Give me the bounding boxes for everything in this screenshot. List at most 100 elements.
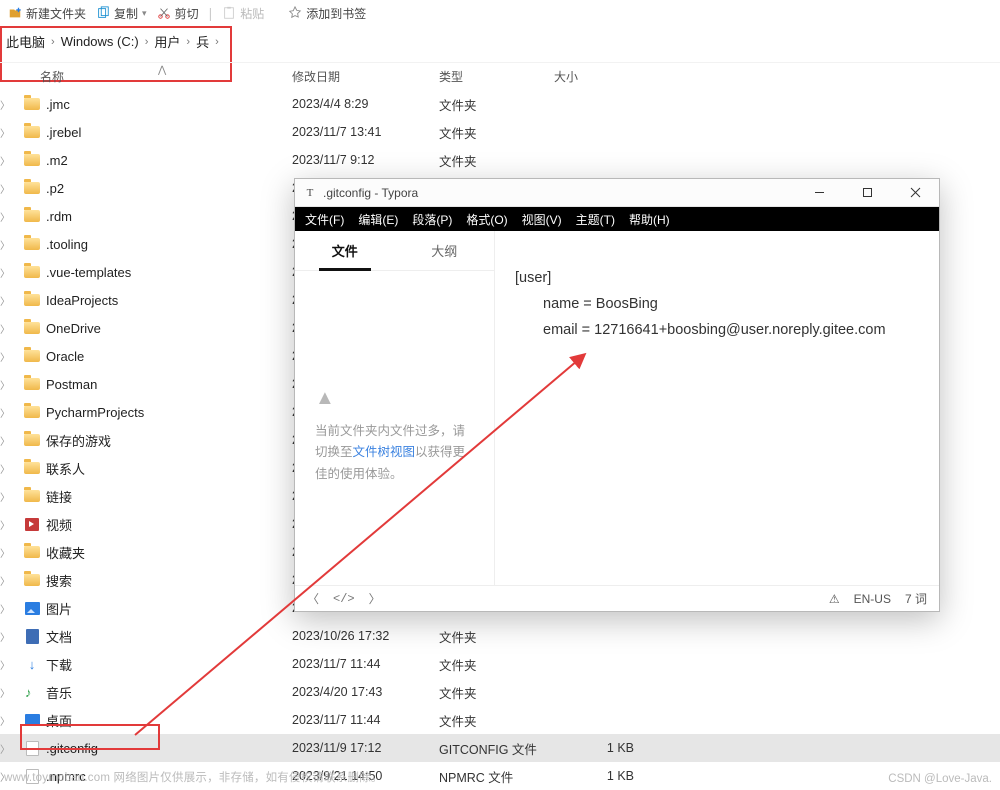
editor-line-3: email = 12716641+boosbing@user.noreply.g… [515,317,919,343]
expand-caret-icon[interactable]: 〉 [0,153,10,168]
chevron-right-icon: › [51,36,55,48]
plus-icon [8,6,22,20]
header-date[interactable]: 修改日期 [292,68,439,85]
expand-caret-icon[interactable]: 〉 [0,545,10,560]
table-row[interactable]: 〉文档2023/10/26 17:32文件夹 [0,622,1000,650]
status-words[interactable]: 7 词 [905,590,927,607]
cut-button[interactable]: 剪切 [157,5,199,22]
crumb-users[interactable]: 用户 [152,32,182,51]
row-type: 文件夹 [439,711,554,730]
table-row[interactable]: 〉♪音乐2023/4/20 17:43文件夹 [0,678,1000,706]
nav-back-icon[interactable]: 〈 [307,590,319,607]
expand-caret-icon[interactable]: 〉 [0,601,10,616]
sort-indicator-icon: ⋀ [158,65,166,76]
table-row[interactable]: 〉.gitconfig2023/11/9 17:12GITCONFIG 文件1 … [0,734,1000,762]
typora-app-icon: T [303,186,317,200]
download-icon: ↓ [25,657,39,671]
folder-icon [24,350,40,362]
maximize-button[interactable] [847,181,887,205]
typora-statusbar: 〈 </> 〉 ⚠ EN-US 7 词 [295,585,939,611]
typora-menubar[interactable]: 文件(F) 编辑(E) 段落(P) 格式(O) 视图(V) 主题(T) 帮助(H… [295,207,939,231]
menu-theme[interactable]: 主题(T) [576,211,615,228]
folder-icon [24,210,40,222]
crumb-this-pc[interactable]: 此电脑 [4,32,47,51]
folder-icon [24,98,40,110]
paste-button[interactable]: 粘贴 [222,5,264,22]
music-icon: ♪ [25,685,39,699]
table-row[interactable]: 〉 .jrebel2023/11/7 13:41文件夹 [0,118,1000,146]
crumb-drive[interactable]: Windows (C:) [59,34,141,49]
expand-caret-icon[interactable]: 〉 [0,97,10,112]
typora-editor[interactable]: [user] name = BoosBing email = 12716641+… [495,231,939,585]
folder-icon [24,406,40,418]
folder-icon [24,126,40,138]
table-row[interactable]: 〉.jmc2023/4/4 8:29文件夹 [0,90,1000,118]
status-lang[interactable]: EN-US [854,592,891,606]
breadcrumb[interactable]: 此电脑› Windows (C:)› 用户› 兵› [2,32,998,51]
expand-caret-icon[interactable]: 〉 [0,125,10,140]
expand-caret-icon[interactable]: 〉 [0,685,10,700]
menu-view[interactable]: 视图(V) [522,211,562,228]
menu-format[interactable]: 格式(O) [466,211,507,228]
new-folder-button[interactable]: 新建文件夹 [8,5,86,22]
expand-caret-icon[interactable]: 〉 [0,181,10,196]
close-button[interactable] [895,181,935,205]
row-name: 收藏夹 [42,543,292,562]
row-type: 文件夹 [439,123,554,142]
row-name: Oracle [42,349,292,364]
expand-caret-icon[interactable]: 〉 [0,321,10,336]
sidebar-tab-file[interactable]: 文件 [295,231,395,270]
typora-titlebar[interactable]: T .gitconfig - Typora [295,179,939,207]
typora-window: T .gitconfig - Typora 文件(F) 编辑(E) 段落(P) … [294,178,940,612]
folder-icon [24,574,40,586]
menu-file[interactable]: 文件(F) [305,211,344,228]
expand-caret-icon[interactable]: 〉 [0,713,10,728]
minimize-button[interactable] [799,181,839,205]
menu-para[interactable]: 段落(P) [412,211,452,228]
expand-caret-icon[interactable]: 〉 [0,489,10,504]
row-date: 2023/11/7 13:41 [292,125,439,139]
row-name: OneDrive [42,321,292,336]
menu-help[interactable]: 帮助(H) [629,211,670,228]
expand-caret-icon[interactable]: 〉 [0,209,10,224]
row-name: 搜索 [42,571,292,590]
expand-caret-icon[interactable]: 〉 [0,573,10,588]
expand-caret-icon[interactable]: 〉 [0,517,10,532]
close-icon [910,187,921,198]
star-icon [288,6,302,20]
source-code-icon[interactable]: </> [333,592,355,606]
row-name: 保存的游戏 [42,431,292,450]
row-name: .jrebel [42,125,292,140]
chevron-right-icon[interactable]: 〉 [369,590,381,607]
row-type: GITCONFIG 文件 [439,739,554,758]
status-warning-icon[interactable]: ⚠ [829,592,840,606]
sidebar-tab-outline[interactable]: 大纲 [395,231,495,270]
crumb-user[interactable]: 兵 [194,32,211,51]
expand-caret-icon[interactable]: 〉 [0,377,10,392]
row-name: .tooling [42,237,292,252]
bookmark-button[interactable]: 添加到书签 [288,5,366,22]
menu-edit[interactable]: 编辑(E) [358,211,398,228]
expand-caret-icon[interactable]: 〉 [0,265,10,280]
header-name[interactable]: 名称 [0,68,292,85]
row-name: 图片 [42,599,292,618]
expand-caret-icon[interactable]: 〉 [0,293,10,308]
table-row[interactable]: 〉.m22023/11/7 9:12文件夹 [0,146,1000,174]
expand-caret-icon[interactable]: 〉 [0,237,10,252]
expand-caret-icon[interactable]: 〉 [0,629,10,644]
expand-caret-icon[interactable]: 〉 [0,657,10,672]
header-type[interactable]: 类型 [439,68,554,85]
table-row[interactable]: 〉↓下载2023/11/7 11:44文件夹 [0,650,1000,678]
row-name: Postman [42,377,292,392]
copy-button[interactable]: 复制 ▾ [96,5,147,22]
expand-caret-icon[interactable]: 〉 [0,405,10,420]
header-size[interactable]: 大小 [554,68,634,85]
expand-caret-icon[interactable]: 〉 [0,349,10,364]
chevron-down-icon: ▾ [142,8,147,19]
expand-caret-icon[interactable]: 〉 [0,461,10,476]
expand-caret-icon[interactable]: 〉 [0,741,10,756]
folder-icon [24,434,40,446]
table-row[interactable]: 〉桌面2023/11/7 11:44文件夹 [0,706,1000,734]
file-tree-link[interactable]: 文件树视图 [353,445,416,459]
expand-caret-icon[interactable]: 〉 [0,433,10,448]
